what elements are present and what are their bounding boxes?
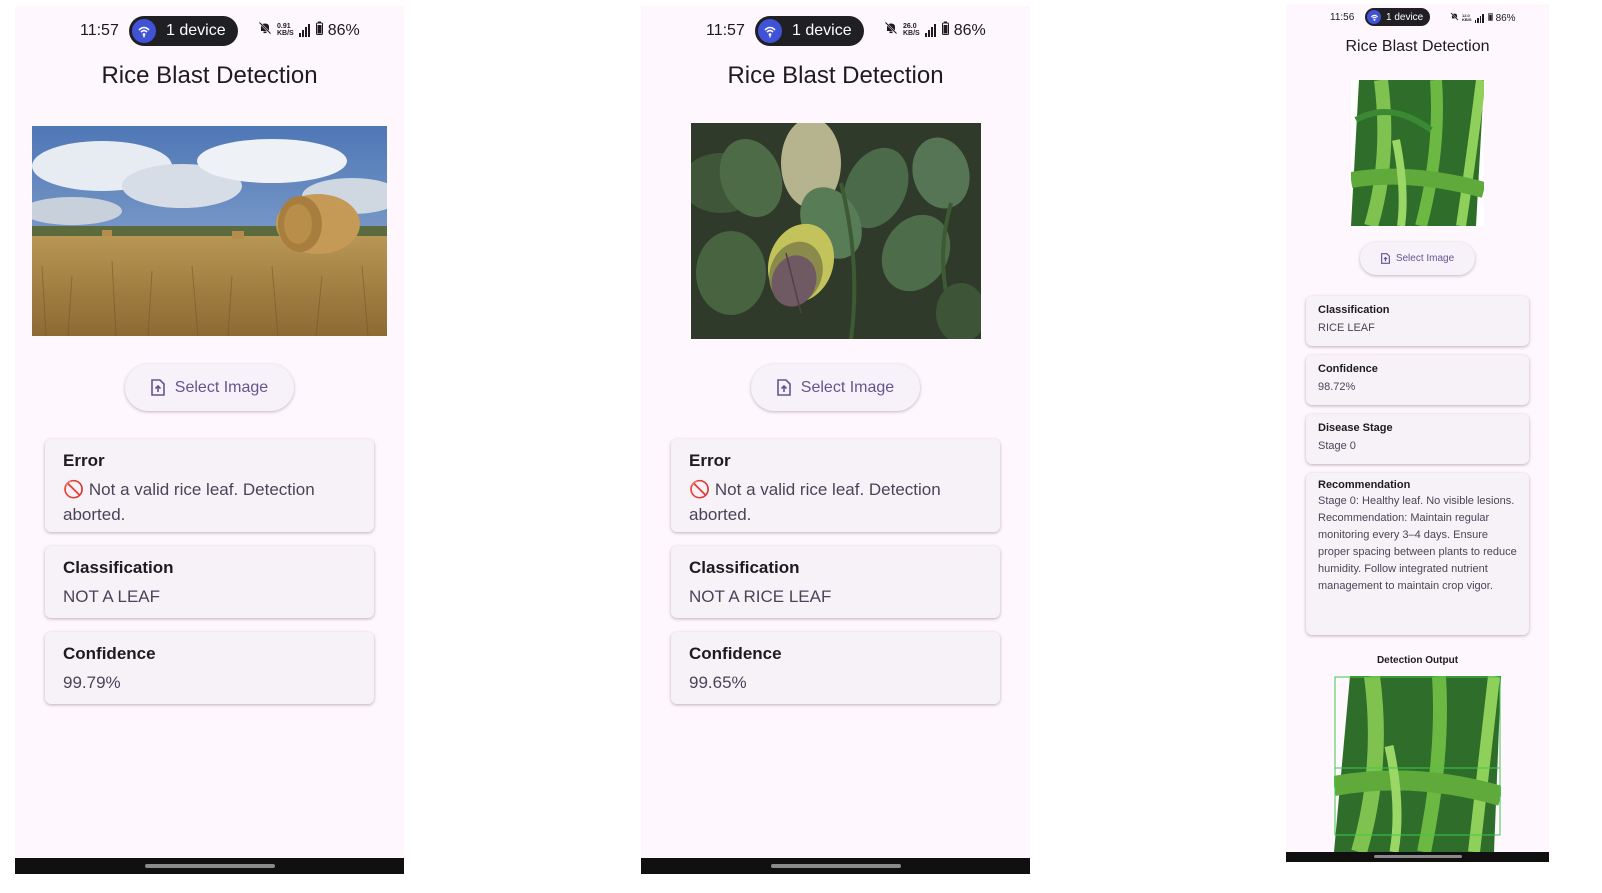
home-gesture-handle[interactable] xyxy=(1373,855,1462,858)
select-image-button[interactable]: Select Image xyxy=(125,364,294,411)
classification-card: Classification NOT A LEAF xyxy=(45,546,374,618)
status-icons: 0.91 KB/S 86% xyxy=(258,21,360,40)
app-title: Rice Blast Detection xyxy=(1345,38,1490,55)
battery-percent: 86% xyxy=(327,21,360,39)
card-title: Classification xyxy=(1318,304,1390,316)
status-time: 11:57 xyxy=(706,22,745,39)
card-title: Recommendation xyxy=(1318,479,1411,491)
card-title: Confidence xyxy=(1318,363,1378,375)
bell-off-icon xyxy=(884,21,898,40)
status-icons: 26.0 KB/S 86% xyxy=(884,21,986,40)
network-speed-unit: KB/S xyxy=(903,29,920,37)
network-speed: 0.91 KB/S xyxy=(277,23,294,37)
battery-icon xyxy=(315,21,323,40)
device-pill-label: 1 device xyxy=(1386,11,1424,23)
home-gesture-handle[interactable] xyxy=(144,864,275,868)
card-title: Disease Stage xyxy=(1318,422,1393,434)
select-image-label: Select Image xyxy=(1395,253,1455,264)
network-speed-unit: KB/S xyxy=(1462,17,1472,22)
status-icons: 12.0 KB/S 86% xyxy=(1450,12,1516,24)
selected-image-field xyxy=(691,123,981,339)
confidence-card: Confidence 99.79% xyxy=(45,632,374,704)
file-upload-icon xyxy=(1380,253,1390,264)
navigation-bar xyxy=(641,858,1030,874)
signal-bars-icon xyxy=(298,24,311,37)
card-title: Confidence xyxy=(63,644,156,663)
wifi-hotspot-icon xyxy=(132,19,156,43)
classification-card: Classification RICE LEAF xyxy=(1306,296,1529,346)
network-speed: 12.0 KB/S xyxy=(1462,14,1472,21)
battery-percent: 86% xyxy=(1495,12,1516,24)
select-image-label: Select Image xyxy=(174,378,269,396)
select-image-button[interactable]: Select Image xyxy=(1360,242,1475,275)
signal-bars-icon xyxy=(1474,13,1485,23)
card-value: Stage 0 xyxy=(1318,440,1356,452)
app-title: Rice Blast Detection xyxy=(101,62,318,89)
card-value: Stage 0: Healthy leaf. No visible lesion… xyxy=(1318,495,1517,592)
status-time: 11:57 xyxy=(80,22,119,39)
card-value: 🚫 Not a valid rice leaf. Detection abort… xyxy=(689,480,941,524)
phone-screen-3: 11:56 1 device 12.0 KB/S 86% Rice Blast … xyxy=(1286,4,1549,862)
device-pill-label: 1 device xyxy=(166,22,226,39)
card-title: Error xyxy=(63,451,105,470)
phone-screen-2: 11:57 1 device 26.0 KB/S 86% Rice Blast … xyxy=(641,6,1030,874)
file-upload-icon xyxy=(776,379,791,396)
error-card: Error 🚫 Not a valid rice leaf. Detection… xyxy=(45,439,374,532)
select-image-button[interactable]: Select Image xyxy=(751,364,920,411)
signal-bars-icon xyxy=(924,24,937,37)
wifi-hotspot-icon xyxy=(758,19,782,43)
card-title: Confidence xyxy=(689,644,782,663)
classification-card: Classification NOT A RICE LEAF xyxy=(671,546,1000,618)
confidence-card: Confidence 98.72% xyxy=(1306,355,1529,405)
battery-icon xyxy=(941,21,949,40)
home-gesture-handle[interactable] xyxy=(770,864,901,868)
card-value: 🚫 Not a valid rice leaf. Detection abort… xyxy=(63,480,315,524)
battery-icon xyxy=(1487,12,1493,24)
card-value: NOT A LEAF xyxy=(63,587,161,606)
device-pill[interactable]: 1 device xyxy=(129,16,238,46)
bell-off-icon xyxy=(1450,12,1459,24)
network-speed: 26.0 KB/S xyxy=(903,23,920,37)
bell-off-icon xyxy=(258,21,272,40)
battery-percent: 86% xyxy=(953,21,986,39)
file-upload-icon xyxy=(150,379,165,396)
network-speed-unit: KB/S xyxy=(277,29,294,37)
phone-screen-1: 11:57 1 device 0.91 KB/S 86% Rice Blast … xyxy=(15,6,404,874)
detection-output-label: Detection Output xyxy=(1376,655,1459,666)
card-value: 99.65% xyxy=(689,673,747,692)
disease-stage-card: Disease Stage Stage 0 xyxy=(1306,414,1529,464)
card-value: RICE LEAF xyxy=(1318,322,1375,334)
navigation-bar xyxy=(1286,852,1549,862)
card-title: Classification xyxy=(63,558,174,577)
card-title: Error xyxy=(689,451,731,470)
wifi-hotspot-icon xyxy=(1367,10,1381,24)
device-pill-label: 1 device xyxy=(792,22,852,39)
navigation-bar xyxy=(15,858,404,874)
selected-image-field xyxy=(1351,80,1484,226)
device-pill[interactable]: 1 device xyxy=(755,16,864,46)
app-title: Rice Blast Detection xyxy=(727,62,944,89)
selected-image-field xyxy=(32,126,387,336)
recommendation-card: Recommendation Stage 0: Healthy leaf. No… xyxy=(1306,473,1529,635)
select-image-label: Select Image xyxy=(800,378,895,396)
card-value: 98.72% xyxy=(1318,381,1356,393)
card-title: Classification xyxy=(689,558,800,577)
confidence-card: Confidence 99.65% xyxy=(671,632,1000,704)
status-time: 11:56 xyxy=(1330,12,1355,23)
card-value: 99.79% xyxy=(63,673,121,692)
error-card: Error 🚫 Not a valid rice leaf. Detection… xyxy=(671,439,1000,532)
detection-output-image xyxy=(1334,676,1501,852)
card-value: NOT A RICE LEAF xyxy=(689,587,832,606)
device-pill[interactable]: 1 device xyxy=(1365,8,1431,26)
